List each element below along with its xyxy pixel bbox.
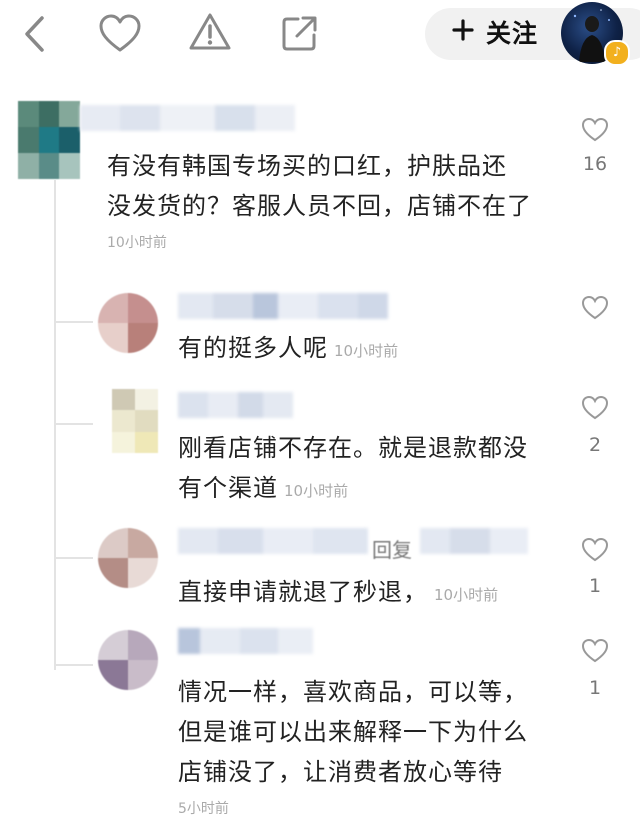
follow-label[interactable]: 关注	[486, 14, 538, 50]
plus-icon	[452, 19, 474, 41]
reply-time: 10小时前	[434, 586, 499, 604]
reply-item: 回复 直接申请就退了秒退， 10小时前 1	[0, 520, 640, 620]
comment-text-line-1: 有没有韩国专场买的口红，护肤品还	[107, 152, 507, 180]
like-count: 1	[588, 575, 602, 597]
username-blurred[interactable]	[178, 293, 388, 319]
avatar[interactable]	[98, 630, 158, 690]
comment-text-line-2: 没发货的？客服人员不回，店铺不在了	[107, 192, 532, 220]
reply-text-line-1: 情况一样，喜欢商品，可以等，	[178, 678, 528, 706]
main-comment: 有没有韩国专场买的口红，护肤品还 没发货的？客服人员不回，店铺不在了 10小时前…	[0, 95, 640, 255]
username-blurred[interactable]	[178, 528, 368, 554]
reply-item: 有的挺多人呢 10小时前	[0, 285, 640, 375]
avatar[interactable]	[98, 293, 158, 353]
like-heart-icon[interactable]	[581, 295, 609, 321]
reply-text-line-2: 但是谁可以出来解释一下为什么	[178, 718, 528, 746]
comment-time: 10小时前	[107, 235, 167, 251]
reply-time: 10小时前	[284, 482, 349, 500]
like-count: 2	[588, 434, 602, 456]
reply-time: 10小时前	[334, 342, 399, 360]
warning-icon[interactable]	[188, 12, 232, 52]
reply-item: 情况一样，喜欢商品，可以等， 但是谁可以出来解释一下为什么 店铺没了，让消费者放…	[0, 622, 640, 822]
like-heart-icon[interactable]	[581, 117, 609, 143]
like-heart-icon[interactable]	[581, 537, 609, 563]
music-note-icon: ♪	[604, 40, 630, 66]
reply-text: 直接申请就退了秒退， 10小时前	[178, 578, 499, 606]
reply-text: 有的挺多人呢 10小时前	[178, 334, 399, 362]
share-icon[interactable]	[280, 13, 320, 53]
like-count: 1	[588, 677, 602, 699]
reply-time: 5小时前	[178, 801, 229, 817]
reply-text-line-3: 店铺没了，让消费者放心等待	[178, 758, 503, 786]
reply-to-username-blurred[interactable]	[420, 528, 528, 554]
heart-icon[interactable]	[98, 14, 142, 54]
avatar[interactable]	[18, 101, 80, 179]
like-count: 16	[582, 153, 608, 175]
username-blurred[interactable]	[178, 392, 293, 418]
like-heart-icon[interactable]	[581, 638, 609, 664]
reply-item: 刚看店铺不存在。就是退款都没 有个渠道 10小时前 2	[0, 385, 640, 510]
like-heart-icon[interactable]	[581, 395, 609, 421]
avatar[interactable]	[98, 528, 158, 588]
username-blurred[interactable]	[178, 628, 313, 654]
username-blurred[interactable]	[80, 105, 295, 131]
reply-text-line-2: 有个渠道 10小时前	[178, 474, 349, 502]
avatar[interactable]	[112, 389, 158, 453]
top-bar: 关注 ♪	[0, 0, 640, 70]
reply-to-label: 回复	[372, 538, 412, 562]
reply-text-line-1: 刚看店铺不存在。就是退款都没	[178, 434, 528, 462]
back-icon[interactable]	[22, 14, 48, 54]
